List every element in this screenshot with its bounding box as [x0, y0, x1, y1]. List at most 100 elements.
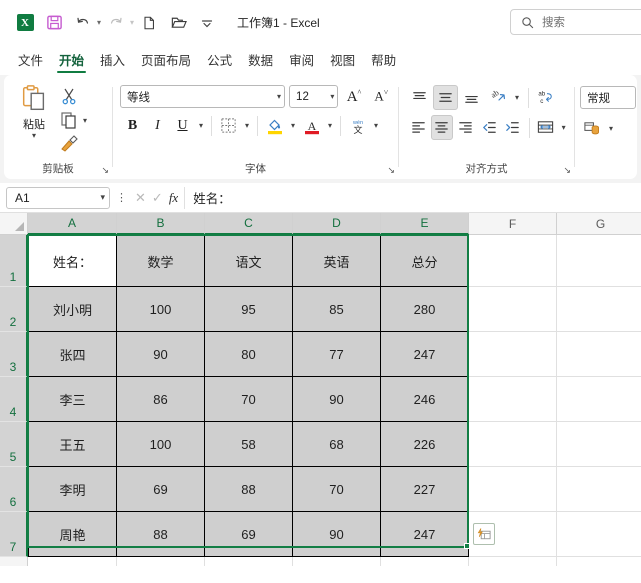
- alignment-dialog-launcher[interactable]: ↘: [563, 165, 571, 176]
- cell-B7[interactable]: 88: [117, 512, 205, 557]
- cell-E7[interactable]: 247: [381, 512, 469, 557]
- column-header-g[interactable]: G: [557, 213, 641, 235]
- undo-dropdown-icon[interactable]: ▾: [97, 18, 101, 27]
- cell-G5[interactable]: [557, 422, 641, 467]
- cell-A2[interactable]: 刘小明: [28, 287, 117, 332]
- cell-D6[interactable]: 70: [293, 467, 381, 512]
- row-header-6[interactable]: 6: [0, 467, 28, 512]
- align-top-button[interactable]: [407, 85, 432, 110]
- name-box[interactable]: A1 ▾: [6, 186, 110, 209]
- font-size-dropdown-icon[interactable]: ▾: [330, 92, 334, 101]
- cell-E5[interactable]: 226: [381, 422, 469, 467]
- tab-home[interactable]: 开始: [51, 47, 92, 75]
- cell-A4[interactable]: 李三: [28, 377, 117, 422]
- row-header-3[interactable]: 3: [0, 332, 28, 377]
- column-header-d[interactable]: D: [293, 213, 381, 235]
- font-size-combo[interactable]: 12 ▾: [289, 85, 339, 108]
- cell-C5[interactable]: 58: [205, 422, 293, 467]
- name-box-dropdown-icon[interactable]: ▾: [100, 192, 105, 203]
- underline-dropdown-icon[interactable]: ▾: [195, 121, 207, 130]
- phonetic-guide-button[interactable]: wén 文: [345, 113, 370, 138]
- cell-F6[interactable]: [469, 467, 557, 512]
- cell-C2[interactable]: 95: [205, 287, 293, 332]
- cell-B2[interactable]: 100: [117, 287, 205, 332]
- cell-A7[interactable]: 周艳: [28, 512, 117, 557]
- phonetic-dropdown-icon[interactable]: ▾: [370, 121, 382, 130]
- cell-B5[interactable]: 100: [117, 422, 205, 467]
- cancel-entry-button[interactable]: ✕: [135, 190, 146, 206]
- align-middle-button[interactable]: [433, 85, 458, 110]
- select-all-corner[interactable]: [0, 213, 28, 235]
- font-color-button[interactable]: A: [299, 113, 324, 138]
- decrease-indent-button[interactable]: [478, 115, 501, 140]
- cell-A6[interactable]: 李明: [28, 467, 117, 512]
- column-header-e[interactable]: E: [381, 213, 469, 235]
- italic-button[interactable]: I: [145, 113, 170, 138]
- cell-G6[interactable]: [557, 467, 641, 512]
- cell-F2[interactable]: [469, 287, 557, 332]
- align-center-button[interactable]: [430, 115, 454, 140]
- cell-C8[interactable]: [205, 557, 293, 566]
- row-header-1[interactable]: 1: [0, 235, 28, 287]
- number-format-combo[interactable]: 常规: [580, 86, 636, 109]
- underline-button[interactable]: U: [170, 113, 195, 138]
- cell-D5[interactable]: 68: [293, 422, 381, 467]
- cell-E3[interactable]: 247: [381, 332, 469, 377]
- cell-D7[interactable]: 90: [293, 512, 381, 557]
- column-header-f[interactable]: F: [469, 213, 557, 235]
- cell-C3[interactable]: 80: [205, 332, 293, 377]
- increase-font-size-button[interactable]: A^: [342, 84, 365, 109]
- search-input[interactable]: 搜索: [510, 9, 641, 35]
- cell-G4[interactable]: [557, 377, 641, 422]
- borders-dropdown-icon[interactable]: ▾: [241, 121, 253, 130]
- cell-B3[interactable]: 90: [117, 332, 205, 377]
- new-file-button[interactable]: [136, 10, 162, 36]
- row-header-8[interactable]: 8: [0, 557, 28, 566]
- cell-A3[interactable]: 张四: [28, 332, 117, 377]
- row-header-2[interactable]: 2: [0, 287, 28, 332]
- cell-F3[interactable]: [469, 332, 557, 377]
- tab-view[interactable]: 视图: [322, 47, 363, 75]
- orientation-dropdown-icon[interactable]: ▾: [511, 93, 523, 102]
- cell-E1[interactable]: 总分: [381, 235, 469, 287]
- merge-dropdown-icon[interactable]: ▾: [558, 123, 569, 132]
- row-header-4[interactable]: 4: [0, 377, 28, 422]
- formula-input[interactable]: 姓名：: [184, 186, 635, 209]
- orientation-button[interactable]: ab: [485, 85, 510, 110]
- align-bottom-button[interactable]: [459, 85, 484, 110]
- row-header-7[interactable]: 7: [0, 512, 28, 557]
- customize-qat-button[interactable]: [194, 10, 220, 36]
- cell-A8[interactable]: [28, 557, 117, 566]
- cell-F1[interactable]: [469, 235, 557, 287]
- cell-B1[interactable]: 数学: [117, 235, 205, 287]
- cell-B8[interactable]: [117, 557, 205, 566]
- formula-bar-options[interactable]: ⋮: [110, 191, 133, 204]
- increase-indent-button[interactable]: [501, 115, 524, 140]
- copy-button[interactable]: [59, 110, 79, 130]
- font-dialog-launcher[interactable]: ↘: [387, 165, 395, 176]
- cell-E2[interactable]: 280: [381, 287, 469, 332]
- confirm-entry-button[interactable]: ✓: [152, 190, 163, 206]
- cell-E4[interactable]: 246: [381, 377, 469, 422]
- cell-B6[interactable]: 69: [117, 467, 205, 512]
- align-right-button[interactable]: [454, 115, 477, 140]
- insert-function-button[interactable]: fx: [169, 190, 178, 206]
- bold-button[interactable]: B: [120, 113, 145, 138]
- cell-D2[interactable]: 85: [293, 287, 381, 332]
- borders-button[interactable]: [216, 113, 241, 138]
- cell-B4[interactable]: 86: [117, 377, 205, 422]
- cell-C1[interactable]: 语文: [205, 235, 293, 287]
- merge-center-button[interactable]: [535, 115, 558, 140]
- save-button[interactable]: [41, 10, 67, 36]
- font-name-dropdown-icon[interactable]: ▾: [277, 92, 281, 101]
- align-left-button[interactable]: [407, 115, 430, 140]
- cell-A1[interactable]: 姓名：: [28, 235, 117, 287]
- tab-data[interactable]: 数据: [240, 47, 281, 75]
- cell-A5[interactable]: 王五: [28, 422, 117, 467]
- wrap-text-button[interactable]: ab c: [534, 85, 559, 110]
- cell-C7[interactable]: 69: [205, 512, 293, 557]
- cell-D1[interactable]: 英语: [293, 235, 381, 287]
- tab-help[interactable]: 帮助: [363, 47, 404, 75]
- cut-button[interactable]: [59, 85, 91, 107]
- row-header-5[interactable]: 5: [0, 422, 28, 467]
